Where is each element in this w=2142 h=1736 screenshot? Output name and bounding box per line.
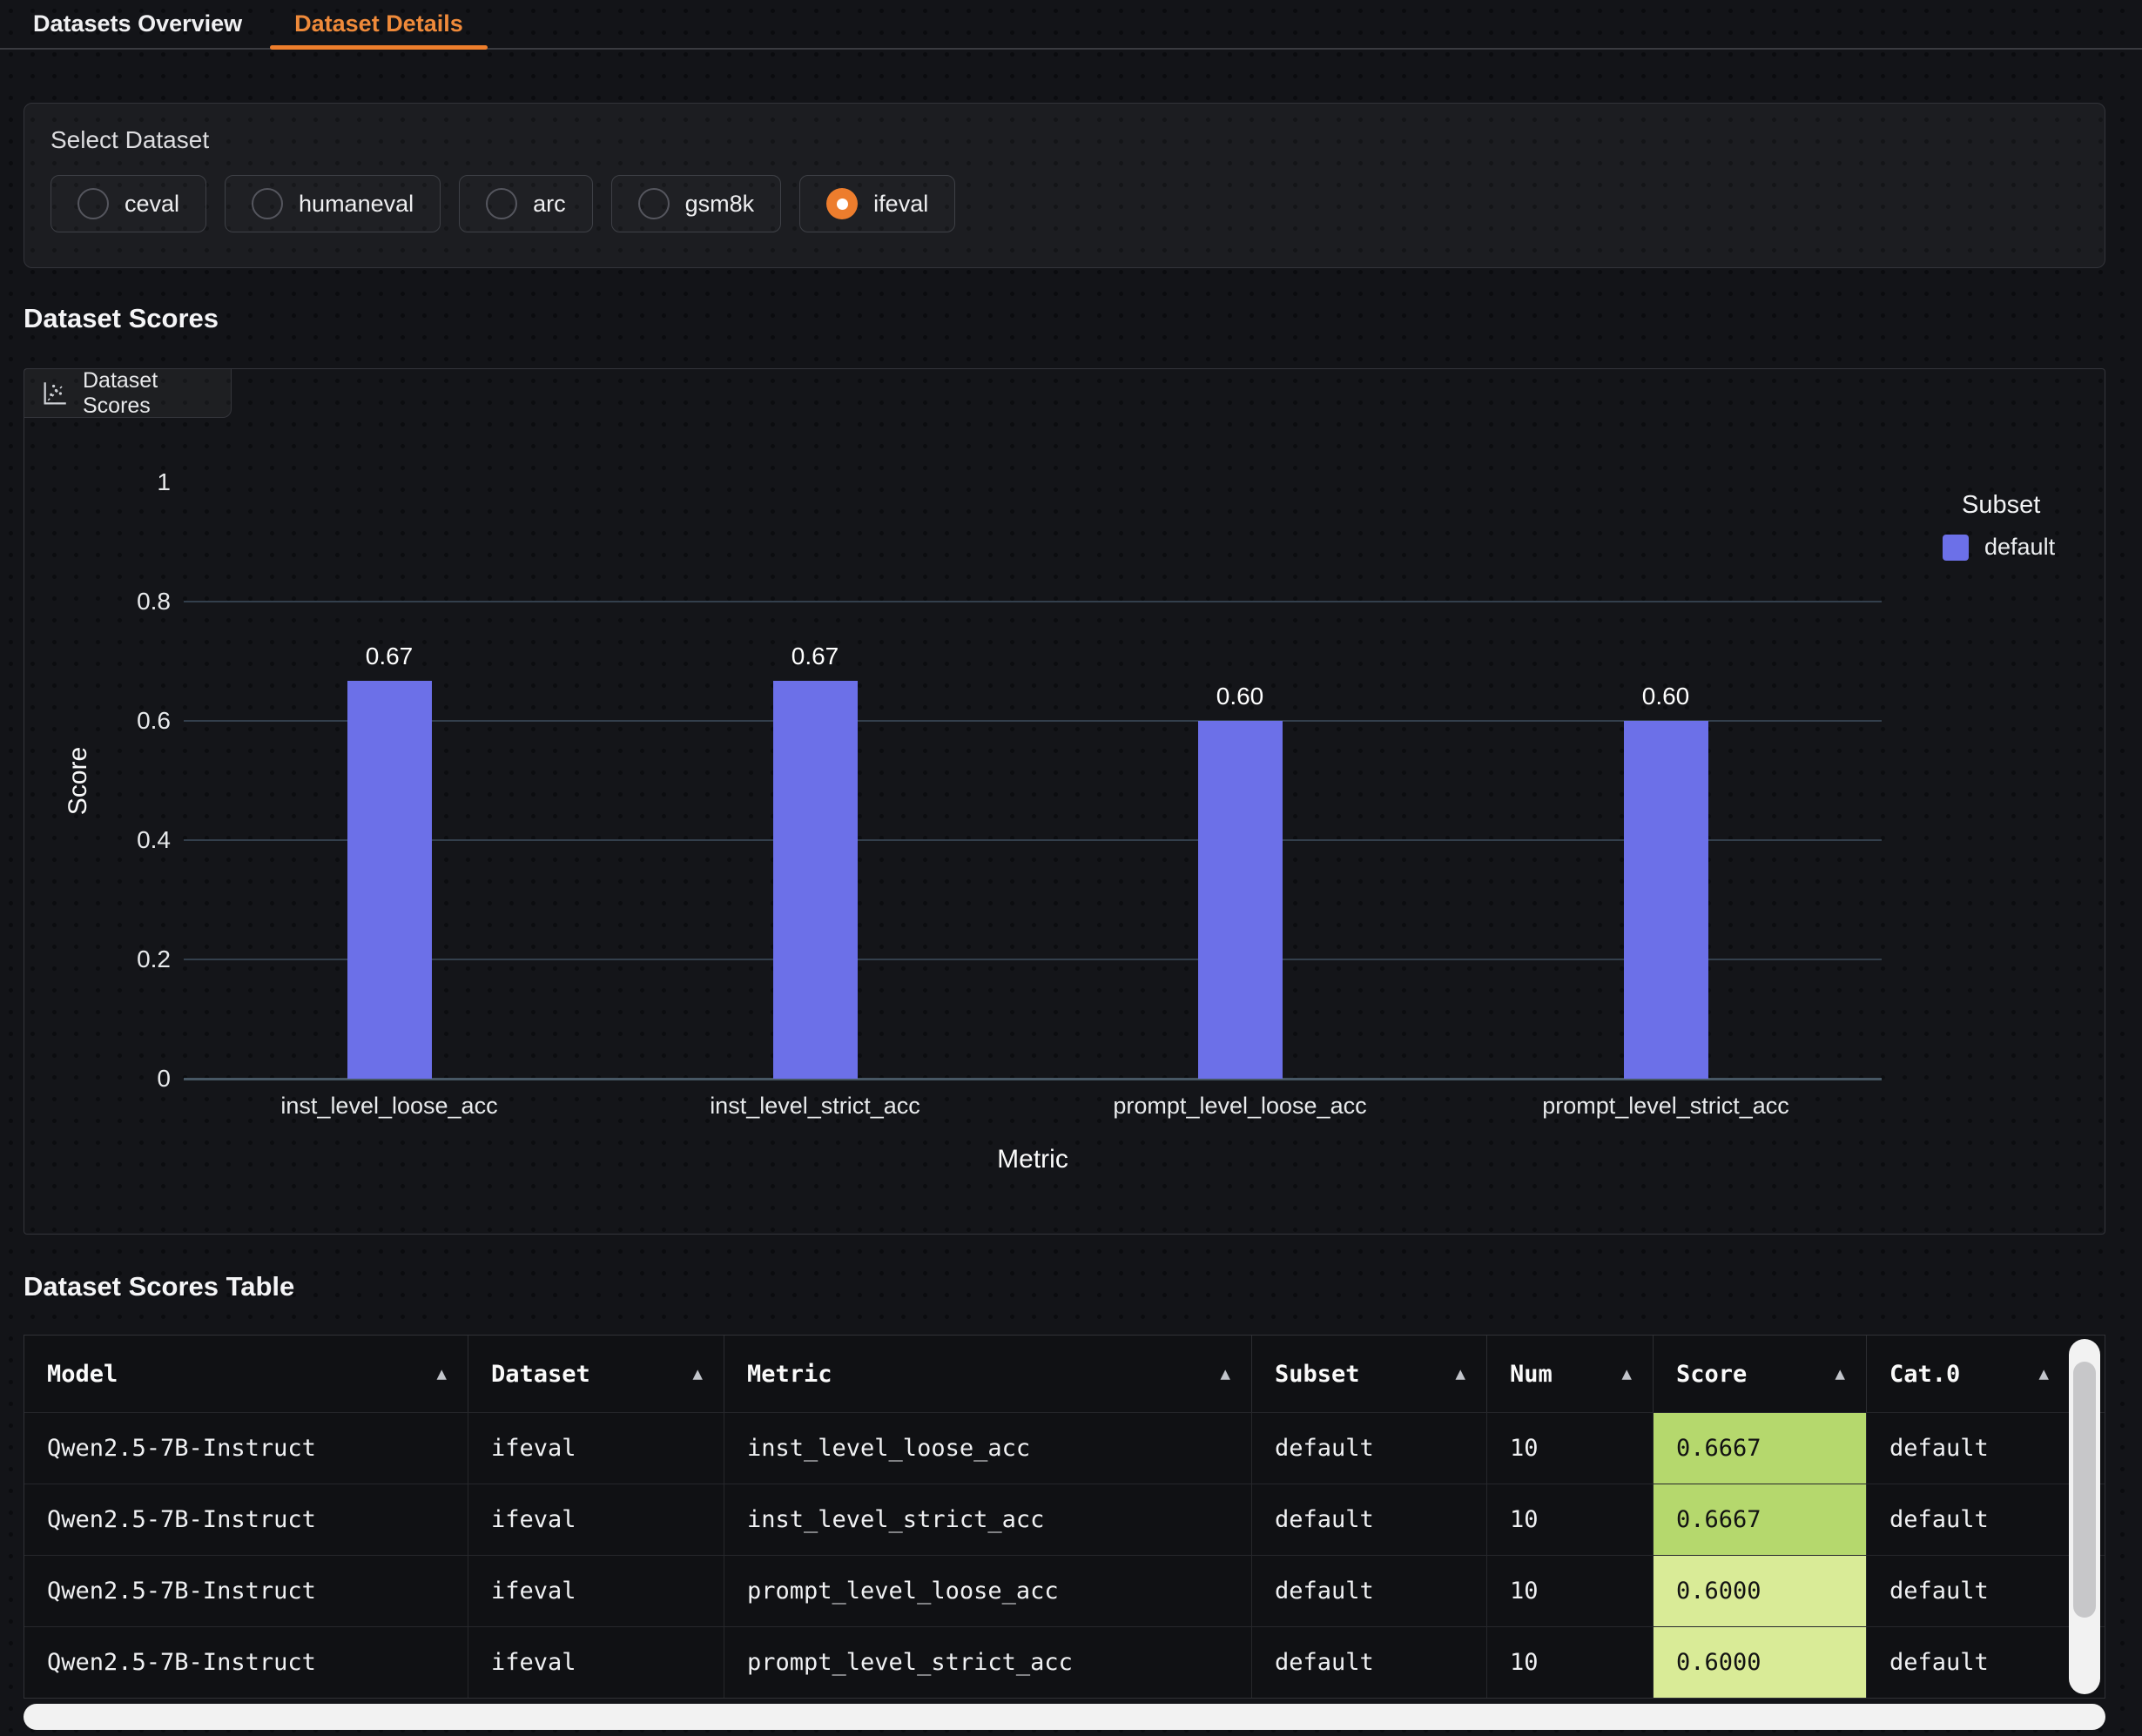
legend-title: Subset <box>1943 491 2055 520</box>
radio-unselected-icon <box>486 188 517 219</box>
cell-metric: prompt_level_loose_acc <box>724 1555 1252 1626</box>
dataset-radio-label: humaneval <box>299 191 414 218</box>
dataset-radio-label: ceval <box>125 191 179 218</box>
cell-dataset: ifeval <box>468 1555 724 1626</box>
cell-score: 0.6667 <box>1654 1484 1867 1555</box>
cell-score: 0.6000 <box>1654 1555 1867 1626</box>
cell-subset: default <box>1252 1555 1487 1626</box>
table-horizontal-scrollbar[interactable] <box>24 1704 2105 1730</box>
cell-metric: prompt_level_strict_acc <box>724 1626 1252 1698</box>
dataset-radio-ifeval[interactable]: ifeval <box>799 175 955 232</box>
bar-prompt_level_strict_acc[interactable] <box>1624 721 1708 1079</box>
bar-value-label: 0.67 <box>320 643 459 670</box>
bar-value-label: 0.60 <box>1170 683 1310 710</box>
y-tick-label: 0.4 <box>24 826 171 854</box>
cell-num: 10 <box>1487 1412 1654 1484</box>
dataset-radio-label: gsm8k <box>685 191 755 218</box>
bar-inst_level_strict_acc[interactable] <box>773 681 858 1079</box>
cell-dataset: ifeval <box>468 1412 724 1484</box>
cell-model: Qwen2.5-7B-Instruct <box>24 1412 468 1484</box>
cell-dataset: ifeval <box>468 1626 724 1698</box>
radio-unselected-icon <box>252 188 283 219</box>
chart-panel-tab[interactable]: Dataset Scores <box>24 369 232 418</box>
cell-score: 0.6667 <box>1654 1412 1867 1484</box>
cell-metric: inst_level_strict_acc <box>724 1484 1252 1555</box>
cell-num: 10 <box>1487 1626 1654 1698</box>
cell-subset: default <box>1252 1484 1487 1555</box>
x-tick-label: prompt_level_strict_acc <box>1404 1093 1927 1120</box>
cell-model: Qwen2.5-7B-Instruct <box>24 1626 468 1698</box>
sort-asc-icon: ▲ <box>693 1364 703 1383</box>
col-header-label: Dataset <box>491 1361 590 1388</box>
legend-label: default <box>1984 534 2055 561</box>
dataset-radio-ceval[interactable]: ceval <box>51 175 206 232</box>
dataset-radio-humaneval[interactable]: humaneval <box>225 175 441 232</box>
cell-subset: default <box>1252 1626 1487 1698</box>
select-dataset-label: Select Dataset <box>51 126 2078 154</box>
col-header-metric[interactable]: Metric ▲ <box>724 1336 1252 1412</box>
sort-asc-icon: ▲ <box>1622 1364 1632 1383</box>
chart-panel-tab-label: Dataset Scores <box>83 368 231 419</box>
col-header-dataset[interactable]: Dataset ▲ <box>468 1336 724 1412</box>
cell-num: 10 <box>1487 1484 1654 1555</box>
col-header-label: Score <box>1676 1361 1747 1388</box>
dataset-radio-label: ifeval <box>873 191 928 218</box>
cell-score: 0.6000 <box>1654 1626 1867 1698</box>
dataset-scores-chart-panel: Dataset Scores 00.20.40.60.810.67inst_le… <box>24 368 2105 1235</box>
col-header-label: Metric <box>747 1361 832 1388</box>
table-vertical-scrollbar[interactable] <box>2069 1339 2100 1694</box>
sort-asc-icon: ▲ <box>2039 1364 2049 1383</box>
col-header-num[interactable]: Num ▲ <box>1487 1336 1654 1412</box>
radio-unselected-icon <box>77 188 109 219</box>
chart-legend: Subset default <box>1943 491 2055 561</box>
scatter-chart-icon <box>40 379 70 408</box>
y-tick-label: 0.8 <box>24 588 171 616</box>
sort-asc-icon: ▲ <box>437 1364 447 1383</box>
y-tick-label: 0.6 <box>24 707 171 735</box>
bar-value-label: 0.67 <box>745 643 885 670</box>
legend-swatch <box>1943 535 1969 561</box>
radio-selected-icon <box>826 188 858 219</box>
top-tab-bar: Datasets Overview Dataset Details <box>0 0 2142 50</box>
sort-asc-icon: ▲ <box>1456 1364 1465 1383</box>
tab-datasets-overview[interactable]: Datasets Overview <box>7 0 268 48</box>
table-grid: Model ▲ Dataset ▲ Metric ▲ Subset ▲ Num ▲ Score ▲ Ca… <box>24 1336 2105 1698</box>
dataset-scores-table-heading: Dataset Scores Table <box>24 1271 2142 1309</box>
dataset-radio-gsm8k[interactable]: gsm8k <box>611 175 782 232</box>
col-header-score[interactable]: Score ▲ <box>1654 1336 1867 1412</box>
cell-model: Qwen2.5-7B-Instruct <box>24 1484 468 1555</box>
sort-asc-icon: ▲ <box>1836 1364 1845 1383</box>
tab-dataset-details[interactable]: Dataset Details <box>268 0 489 48</box>
vertical-scrollbar-thumb[interactable] <box>2073 1362 2096 1618</box>
col-header-model[interactable]: Model ▲ <box>24 1336 468 1412</box>
col-header-label: Num <box>1510 1361 1553 1388</box>
y-axis-title: Score <box>64 746 93 814</box>
dataset-radio-group: ceval humaneval arc gsm8k ifeval <box>51 175 2078 232</box>
select-dataset-panel: Select Dataset ceval humaneval arc gsm8k ife… <box>24 103 2105 268</box>
cell-subset: default <box>1252 1412 1487 1484</box>
cell-metric: inst_level_loose_acc <box>724 1412 1252 1484</box>
dataset-radio-label: arc <box>533 191 566 218</box>
y-tick-label: 1 <box>24 468 171 496</box>
chart-gridline <box>184 601 1882 602</box>
y-tick-label: 0 <box>24 1065 171 1093</box>
bar-value-label: 0.60 <box>1596 683 1735 710</box>
dataset-scores-table: Model ▲ Dataset ▲ Metric ▲ Subset ▲ Num ▲ Score ▲ Ca… <box>24 1335 2105 1699</box>
dataset-radio-arc[interactable]: arc <box>459 175 593 232</box>
bar-inst_level_loose_acc[interactable] <box>347 681 432 1079</box>
dataset-scores-heading: Dataset Scores <box>24 303 2142 341</box>
cell-dataset: ifeval <box>468 1484 724 1555</box>
col-header-label: Subset <box>1275 1361 1360 1388</box>
radio-unselected-icon <box>638 188 670 219</box>
legend-entry-default[interactable]: default <box>1943 534 2055 561</box>
x-axis-title: Metric <box>859 1145 1207 1174</box>
y-tick-label: 0.2 <box>24 945 171 973</box>
sort-asc-icon: ▲ <box>1221 1364 1230 1383</box>
col-header-subset[interactable]: Subset ▲ <box>1252 1336 1487 1412</box>
cell-num: 10 <box>1487 1555 1654 1626</box>
bar-prompt_level_loose_acc[interactable] <box>1198 721 1283 1079</box>
cell-model: Qwen2.5-7B-Instruct <box>24 1555 468 1626</box>
col-header-label: Model <box>47 1361 118 1388</box>
col-header-label: Cat.0 <box>1889 1361 1960 1388</box>
